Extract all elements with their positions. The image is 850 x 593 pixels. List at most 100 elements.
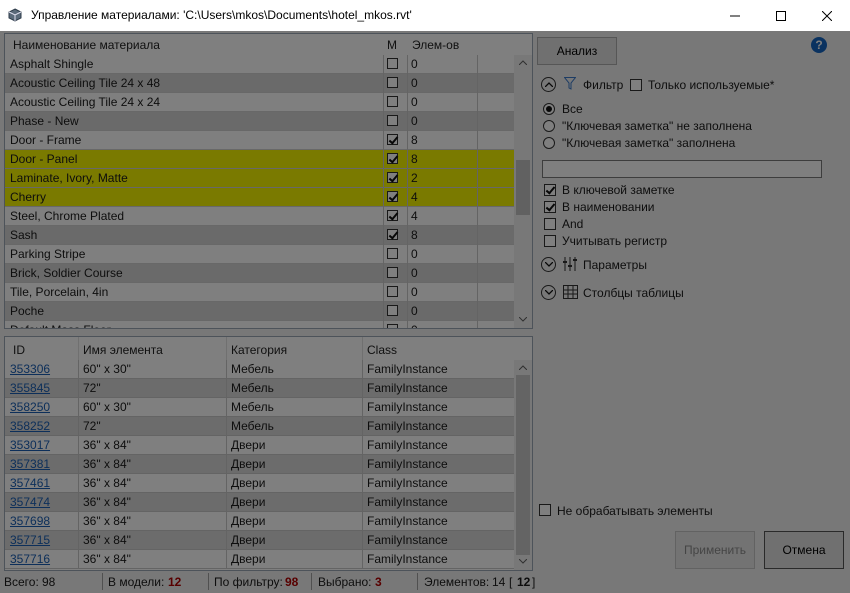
only-used-checkbox[interactable]	[630, 79, 642, 91]
element-name: 36" x 84"	[83, 514, 131, 528]
material-row[interactable]: Acoustic Ceiling Tile 24 x 24 0	[5, 93, 514, 112]
columns-expand-button[interactable]	[541, 285, 556, 300]
element-id-link[interactable]: 357381	[10, 457, 50, 471]
material-element-count: 8	[411, 228, 418, 242]
element-row[interactable]: 353017 36" x 84" Двери FamilyInstance	[5, 436, 514, 455]
elements-scroll-thumb[interactable]	[516, 375, 530, 555]
element-row[interactable]: 357715 36" x 84" Двери FamilyInstance	[5, 531, 514, 550]
scroll-down-icon[interactable]	[519, 317, 527, 322]
element-row[interactable]: 353306 60" x 30" Мебель FamilyInstance	[5, 360, 514, 379]
minimize-button[interactable]	[712, 0, 758, 31]
material-row[interactable]: Tile, Porcelain, 4in 0	[5, 283, 514, 302]
element-category: Двери	[231, 457, 266, 471]
element-row[interactable]: 357381 36" x 84" Двери FamilyInstance	[5, 455, 514, 474]
scroll-down-icon[interactable]	[519, 559, 527, 564]
cancel-button[interactable]: Отмена	[764, 531, 844, 569]
elements-scrollbar[interactable]	[514, 360, 532, 570]
element-id-link[interactable]: 357715	[10, 533, 50, 547]
material-checkbox[interactable]	[387, 58, 398, 69]
element-id-link[interactable]: 357698	[10, 514, 50, 528]
element-category: Двери	[231, 476, 266, 490]
materials-scroll-thumb[interactable]	[516, 160, 530, 215]
material-row[interactable]: Phase - New 0	[5, 112, 514, 131]
radio-all[interactable]	[543, 103, 555, 115]
material-checkbox[interactable]	[387, 267, 398, 278]
element-id-link[interactable]: 358250	[10, 400, 50, 414]
column-header-element-name[interactable]: Имя элемента	[83, 343, 163, 357]
close-button[interactable]	[804, 0, 850, 31]
element-id-link[interactable]: 355845	[10, 381, 50, 395]
maximize-button[interactable]	[758, 0, 804, 31]
apply-button[interactable]: Применить	[675, 531, 755, 569]
radio-note-filled[interactable]	[543, 137, 555, 149]
element-id-link[interactable]: 357716	[10, 552, 50, 566]
close-icon	[822, 10, 832, 21]
column-header-id[interactable]: ID	[13, 343, 25, 357]
material-checkbox[interactable]	[387, 229, 398, 240]
params-label[interactable]: Параметры	[583, 258, 647, 272]
material-checkbox[interactable]	[387, 172, 398, 183]
column-header-m[interactable]: М	[387, 38, 397, 52]
material-row[interactable]: Acoustic Ceiling Tile 24 x 48 0	[5, 74, 514, 93]
radio-note-empty[interactable]	[543, 120, 555, 132]
material-checkbox[interactable]	[387, 96, 398, 107]
material-checkbox[interactable]	[387, 286, 398, 297]
material-checkbox[interactable]	[387, 77, 398, 88]
no-process-checkbox[interactable]	[539, 504, 551, 516]
material-checkbox[interactable]	[387, 305, 398, 316]
material-checkbox[interactable]	[387, 134, 398, 145]
materials-grid[interactable]: Наименование материала М Элем-ов Asphalt…	[4, 33, 533, 329]
material-row[interactable]: Door - Panel 8	[5, 150, 514, 169]
material-row[interactable]: Laminate, Ivory, Matte 2	[5, 169, 514, 188]
material-checkbox[interactable]	[387, 191, 398, 202]
material-row[interactable]: Door - Frame 8	[5, 131, 514, 150]
element-row[interactable]: 357461 36" x 84" Двери FamilyInstance	[5, 474, 514, 493]
element-row[interactable]: 357698 36" x 84" Двери FamilyInstance	[5, 512, 514, 531]
analyze-button[interactable]: Анализ	[537, 37, 617, 65]
and-checkbox[interactable]	[544, 218, 556, 230]
materials-scrollbar[interactable]	[514, 55, 532, 328]
filter-search-input[interactable]	[542, 160, 822, 178]
params-expand-button[interactable]	[541, 257, 556, 272]
material-row[interactable]: Cherry 4	[5, 188, 514, 207]
material-checkbox[interactable]	[387, 324, 398, 328]
in-name-checkbox[interactable]	[544, 201, 556, 213]
material-checkbox[interactable]	[387, 248, 398, 259]
element-row[interactable]: 358252 72" Мебель FamilyInstance	[5, 417, 514, 436]
element-id-link[interactable]: 353306	[10, 362, 50, 376]
elements-grid[interactable]: ID Имя элемента Категория Class 353306 60…	[4, 336, 533, 571]
material-row[interactable]: Steel, Chrome Plated 4	[5, 207, 514, 226]
material-checkbox[interactable]	[387, 115, 398, 126]
column-header-class[interactable]: Class	[367, 343, 397, 357]
columns-label[interactable]: Столбцы таблицы	[583, 286, 684, 300]
column-header-elements[interactable]: Элем-ов	[412, 38, 459, 52]
case-checkbox[interactable]	[544, 235, 556, 247]
element-id-link[interactable]: 357461	[10, 476, 50, 490]
material-checkbox[interactable]	[387, 153, 398, 164]
scroll-up-icon[interactable]	[519, 60, 527, 65]
column-header-material-name[interactable]: Наименование материала	[13, 38, 160, 52]
material-checkbox[interactable]	[387, 210, 398, 221]
element-row[interactable]: 357474 36" x 84" Двери FamilyInstance	[5, 493, 514, 512]
element-name: 60" x 30"	[83, 362, 131, 376]
filter-collapse-button[interactable]	[541, 77, 556, 92]
element-row[interactable]: 357716 36" x 84" Двери FamilyInstance	[5, 550, 514, 569]
element-name: 60" x 30"	[83, 400, 131, 414]
material-row[interactable]: Brick, Soldier Course 0	[5, 264, 514, 283]
element-row[interactable]: 358250 60" x 30" Мебель FamilyInstance	[5, 398, 514, 417]
element-id-link[interactable]: 358252	[10, 419, 50, 433]
material-name: Acoustic Ceiling Tile 24 x 48	[10, 76, 161, 90]
help-icon[interactable]: ?	[811, 37, 827, 53]
material-row[interactable]: Default Mass Floor 0	[5, 321, 514, 328]
in-note-checkbox[interactable]	[544, 184, 556, 196]
material-row[interactable]: Sash 8	[5, 226, 514, 245]
element-id-link[interactable]: 353017	[10, 438, 50, 452]
material-row[interactable]: Poche 0	[5, 302, 514, 321]
element-id-link[interactable]: 357474	[10, 495, 50, 509]
element-row[interactable]: 355845 72" Мебель FamilyInstance	[5, 379, 514, 398]
status-filter-label: По фильтру:	[214, 575, 283, 589]
material-row[interactable]: Parking Stripe 0	[5, 245, 514, 264]
material-row[interactable]: Asphalt Shingle 0	[5, 55, 514, 74]
column-header-category[interactable]: Категория	[231, 343, 287, 357]
scroll-up-icon[interactable]	[519, 365, 527, 370]
